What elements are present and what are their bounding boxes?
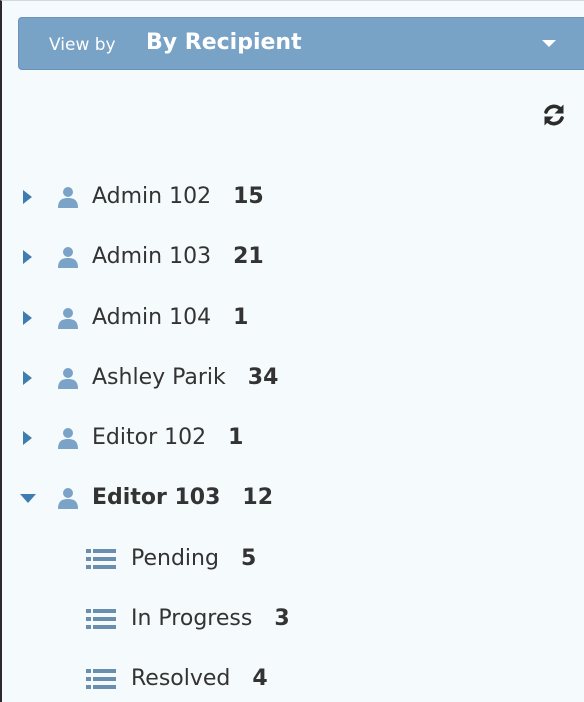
user-icon	[58, 368, 78, 389]
tree-item-admin-104[interactable]: Admin 104 1	[20, 298, 248, 338]
caret-right-icon[interactable]	[20, 368, 36, 388]
caret-down-icon[interactable]	[20, 488, 36, 508]
list-icon	[86, 609, 116, 629]
tree-item-in-progress[interactable]: In Progress 3	[86, 599, 290, 639]
tree-item-editor-102[interactable]: Editor 102 1	[20, 418, 243, 458]
caret-right-icon[interactable]	[20, 428, 36, 448]
recipient-name: Admin 103	[92, 244, 212, 269]
status-name: In Progress	[131, 606, 253, 631]
status-count: 4	[252, 666, 268, 691]
recipient-name: Ashley Parik	[92, 365, 226, 390]
user-icon	[58, 308, 78, 329]
status-count: 5	[240, 546, 257, 571]
user-icon	[58, 187, 78, 208]
recipient-name: Editor 102	[92, 425, 207, 450]
caret-down-icon	[542, 40, 556, 47]
user-icon	[58, 247, 78, 268]
status-count: 3	[274, 606, 290, 631]
tree-item-resolved[interactable]: Resolved 4	[86, 659, 268, 699]
tree-item-editor-103[interactable]: Editor 103 12	[20, 478, 273, 518]
recipient-count: 34	[247, 365, 279, 390]
view-by-dropdown[interactable]: View by By Recipient	[18, 17, 584, 70]
list-icon	[86, 669, 116, 689]
status-name: Pending	[131, 546, 219, 571]
tree-item-ashley-parik[interactable]: Ashley Parik 34	[20, 358, 278, 398]
view-by-selected-value: By Recipient	[146, 30, 302, 55]
tree-item-admin-102[interactable]: Admin 102 15	[20, 177, 264, 217]
recipient-tree-panel: View by By Recipient Admin 102 15 Admin …	[0, 0, 584, 702]
recipient-name: Editor 103	[92, 485, 221, 510]
recipient-name: Admin 102	[92, 184, 212, 209]
tree-item-pending[interactable]: Pending 5	[86, 539, 256, 579]
caret-right-icon[interactable]	[20, 247, 36, 267]
list-icon	[86, 549, 116, 569]
refresh-icon[interactable]	[540, 101, 568, 129]
recipient-name: Admin 104	[92, 305, 212, 330]
tree-item-admin-103[interactable]: Admin 103 21	[20, 237, 264, 277]
view-by-label: View by	[49, 35, 116, 55]
caret-right-icon[interactable]	[20, 187, 36, 207]
recipient-count: 1	[228, 425, 244, 450]
user-icon	[58, 428, 78, 449]
caret-right-icon[interactable]	[20, 308, 36, 328]
recipient-count: 1	[233, 305, 249, 330]
recipient-count: 21	[233, 244, 264, 269]
recipient-count: 15	[233, 184, 264, 209]
recipient-count: 12	[242, 485, 274, 510]
user-icon	[58, 488, 78, 509]
status-name: Resolved	[131, 666, 231, 691]
